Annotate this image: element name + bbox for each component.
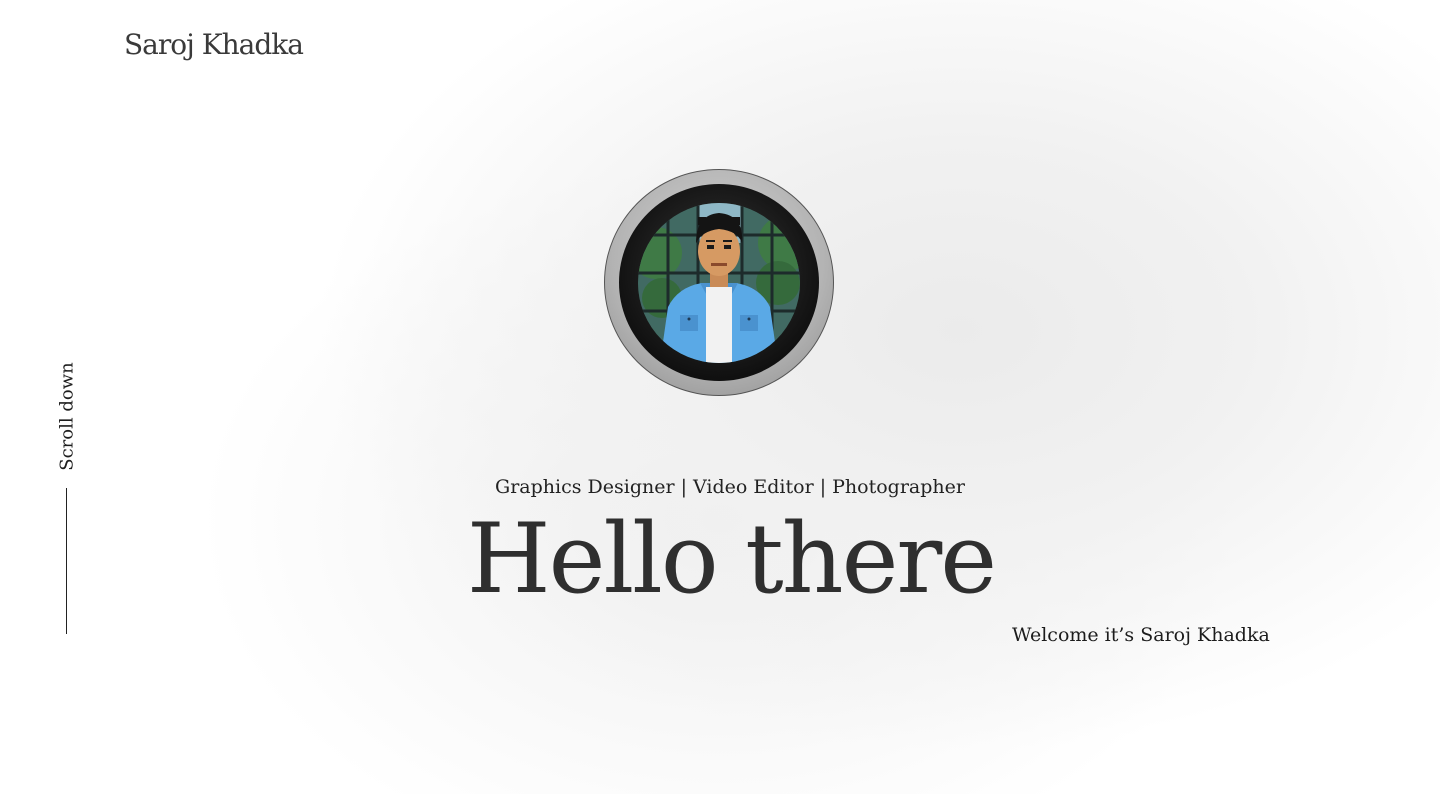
scroll-down-label: Scroll down [56, 361, 78, 471]
avatar-portrait-image [638, 202, 800, 363]
avatar-frame [604, 169, 834, 396]
roles-tagline-wrap: Graphics Designer | Video Editor | Photo… [0, 476, 1440, 498]
welcome-text: Welcome it’s Saroj Khadka [1012, 624, 1270, 646]
avatar [638, 202, 800, 363]
scroll-down-label-wrap: Scroll down [44, 360, 90, 472]
avatar-bezel [619, 184, 819, 381]
background-glow [0, 0, 1440, 794]
roles-tagline: Graphics Designer | Video Editor | Photo… [495, 476, 965, 498]
site-logo[interactable]: Saroj Khadka [124, 28, 304, 61]
hero-title: Hello there [466, 503, 997, 615]
